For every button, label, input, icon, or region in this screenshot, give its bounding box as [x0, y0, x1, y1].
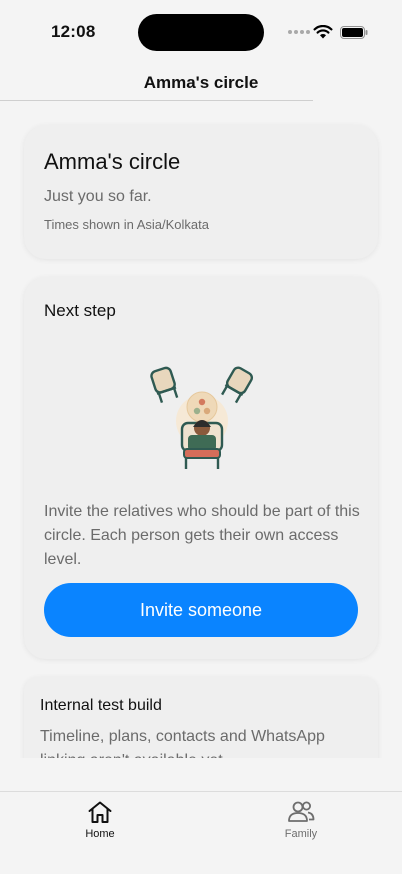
- status-bar: 12:08: [0, 0, 402, 60]
- invite-someone-button[interactable]: Invite someone: [44, 583, 358, 637]
- next-step-description: Invite the relatives who should be part …: [44, 503, 360, 568]
- status-time: 12:08: [51, 22, 96, 41]
- app-screen: 12:08 Amma's circle Amma's circle Just y…: [0, 0, 402, 874]
- family-chairs-illustration: [150, 366, 254, 469]
- next-step-card: Next step Invite the relatives who shoul…: [24, 277, 378, 659]
- nav-title: Amma's circle: [143, 73, 259, 92]
- dynamic-island: [138, 14, 264, 51]
- circle-member-summary: Just you so far.: [44, 188, 152, 205]
- tab-bar: Home Family: [0, 791, 402, 874]
- next-step-title: Next step: [44, 301, 116, 320]
- timezone-note: Times shown in Asia/Kolkata: [44, 217, 209, 232]
- nav-divider: [0, 100, 313, 101]
- internal-build-title: Internal test build: [40, 697, 162, 714]
- internal-build-description: Timeline, plans, contacts and WhatsApp l…: [40, 728, 325, 758]
- people-icon: [288, 801, 315, 822]
- scroll-content[interactable]: Amma's circle Just you so far. Times sho…: [0, 102, 402, 758]
- tab-home-label: Home: [85, 828, 115, 840]
- battery-icon: [340, 26, 368, 39]
- home-icon: [88, 801, 112, 823]
- internal-build-card: Internal test build Timeline, plans, con…: [24, 677, 378, 758]
- circle-title: Amma's circle: [44, 149, 181, 174]
- cellular-signal-icon: [288, 30, 310, 34]
- wifi-icon: [313, 25, 333, 39]
- navigation-bar: Amma's circle: [0, 60, 402, 102]
- circle-summary-card: Amma's circle Just you so far. Times sho…: [24, 125, 378, 259]
- tab-family-label: Family: [284, 828, 318, 840]
- tab-family[interactable]: Family: [261, 800, 341, 840]
- tab-home[interactable]: Home: [60, 800, 140, 840]
